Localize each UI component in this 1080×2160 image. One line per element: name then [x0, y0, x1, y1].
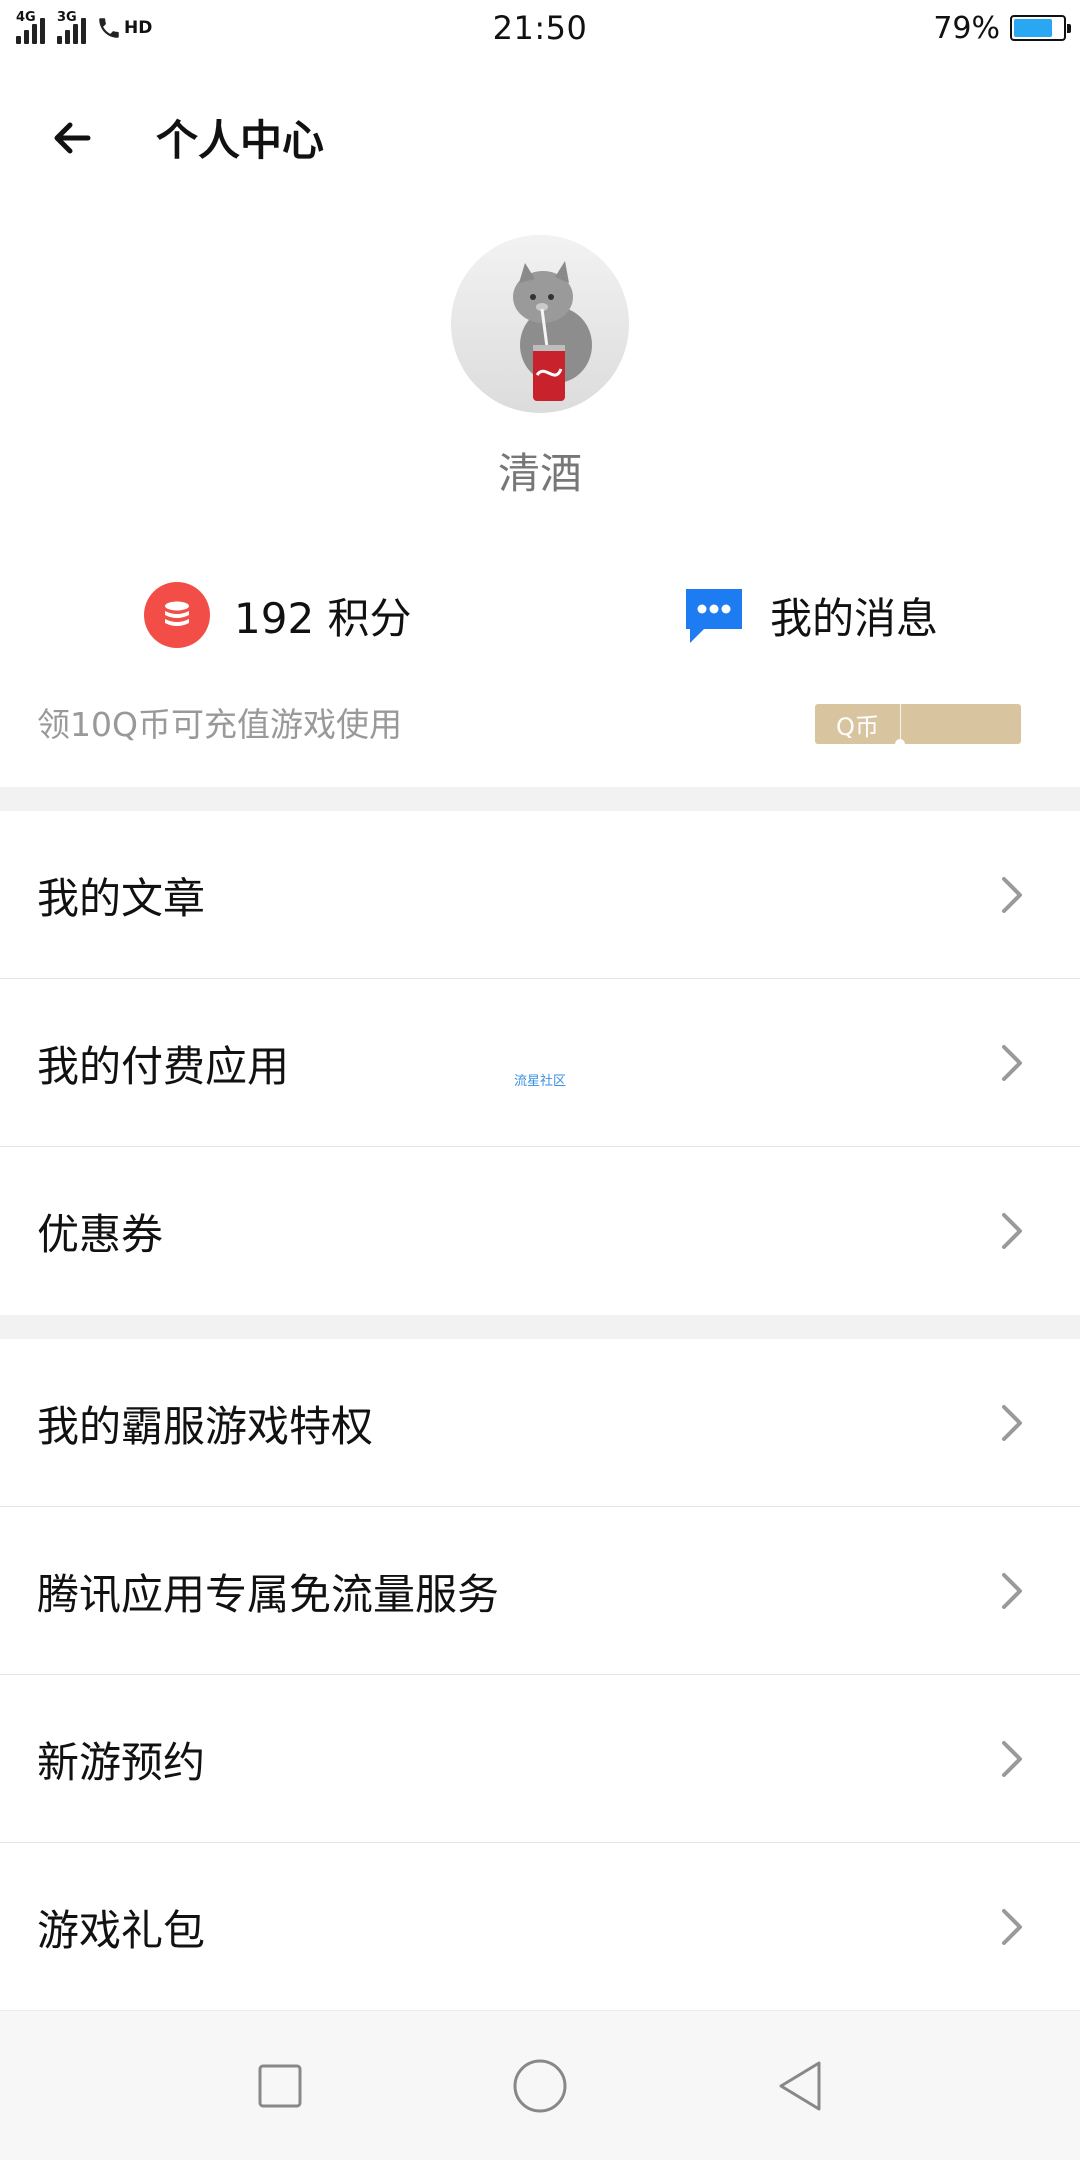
- system-back-button[interactable]: [760, 2046, 840, 2126]
- status-left: 4G 3G HD: [14, 10, 374, 44]
- menu-row-label: 游戏礼包: [37, 1905, 206, 1955]
- section-divider: [0, 787, 1080, 811]
- system-nav-bar: [0, 2010, 1080, 2160]
- circle-icon: [513, 2059, 567, 2112]
- chevron-right-icon: [1002, 1405, 1022, 1441]
- chevron-right-icon: [1002, 1909, 1022, 1945]
- chevron-right-icon: [1002, 1213, 1022, 1249]
- menu-row[interactable]: 我的文章: [0, 811, 1080, 979]
- menu-row-label: 我的付费应用: [37, 1041, 290, 1091]
- chevron-right-icon: [1002, 1045, 1022, 1081]
- menu-group-1: 我的文章我的付费应用 优惠券: [0, 811, 1080, 1315]
- qcoin-badge[interactable]: Q币: [815, 704, 1021, 749]
- username: 清酒: [497, 449, 582, 498]
- battery-percent: 79%: [933, 10, 1000, 46]
- signal-3g-icon: 3G: [55, 10, 86, 44]
- battery-fill: [1014, 19, 1052, 37]
- menu-row[interactable]: 优惠券: [0, 1147, 1080, 1315]
- chat-bubble-icon: [686, 589, 742, 643]
- recent-apps-button[interactable]: [240, 2046, 320, 2126]
- arrow-left-icon: [54, 122, 91, 153]
- header: 个人中心: [0, 80, 1080, 195]
- signal-4g-label: 4G: [16, 10, 36, 25]
- watermark: 流星社区: [514, 1074, 567, 1089]
- status-right: 79%: [706, 10, 1071, 46]
- menu-row[interactable]: 腾讯应用专属免流量服务: [0, 1507, 1080, 1675]
- menu-group-2: 我的霸服游戏特权腾讯应用专属免流量服务 新游预约游戏礼包: [0, 1339, 1080, 2011]
- page-title: 个人中心: [156, 116, 325, 165]
- messages-label: 我的消息: [770, 593, 939, 643]
- coin-stack-icon: [144, 582, 210, 648]
- menu-row-label: 腾讯应用专属免流量服务: [37, 1569, 500, 1619]
- section-divider: [0, 1315, 1080, 1339]
- chevron-right-icon: [1002, 1741, 1022, 1777]
- triangle-back-icon: [779, 2061, 821, 2110]
- home-button[interactable]: [500, 2046, 580, 2126]
- menu-row-label: 优惠券: [37, 1209, 164, 1259]
- menu-row-label: 我的霸服游戏特权: [37, 1401, 374, 1451]
- menu-row[interactable]: 游戏礼包: [0, 1843, 1080, 2011]
- messages-button[interactable]: 我的消息: [682, 577, 938, 653]
- coin-stack-glyph: [165, 601, 189, 626]
- menu-row[interactable]: 新游预约: [0, 1675, 1080, 1843]
- qcoin-dot: [895, 739, 905, 749]
- avatar[interactable]: [451, 235, 629, 413]
- battery-icon: [1010, 15, 1071, 41]
- menu-row[interactable]: 我的付费应用: [0, 979, 1080, 1147]
- square-icon: [258, 2064, 302, 2107]
- chevron-right-icon: [1002, 1573, 1022, 1609]
- hd-call-icon: HD: [96, 15, 152, 41]
- avatar-image: [451, 235, 629, 413]
- chevron-right-icon: [1002, 877, 1022, 913]
- phone-icon: [99, 18, 119, 38]
- hd-label: HD: [124, 18, 153, 38]
- promo-text: 领10Q币可充值游戏使用: [37, 705, 402, 744]
- menu-row-label: 新游预约: [37, 1737, 206, 1787]
- menu-row-label: 我的文章: [37, 873, 206, 923]
- points-button[interactable]: 192 积分: [144, 577, 412, 653]
- status-bar: 4G 3G HD 21:50 79%: [0, 0, 1080, 56]
- menu-row[interactable]: 我的霸服游戏特权: [0, 1339, 1080, 1507]
- signal-3g-label: 3G: [57, 10, 77, 25]
- points-label: 192 积分: [234, 593, 412, 643]
- signal-4g-icon: 4G: [14, 10, 45, 44]
- clock: 21:50: [492, 9, 588, 47]
- qcoin-label: Q币: [815, 704, 901, 744]
- back-button[interactable]: [32, 98, 112, 178]
